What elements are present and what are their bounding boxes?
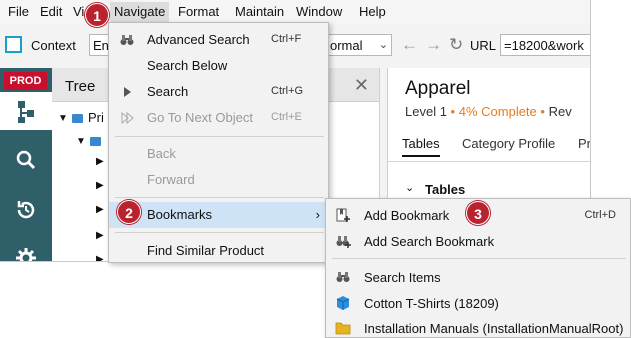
collapsed-triangle-icon[interactable]: ▶ [96, 254, 104, 261]
menu-separator [115, 232, 324, 233]
tables-section-heading: Tables [425, 182, 466, 197]
collapsed-triangle-icon[interactable]: ▶ [96, 204, 104, 215]
submenu-arrow-icon: › [315, 207, 320, 222]
menu-item-search-below[interactable]: Search Below [109, 53, 328, 79]
submenu-item-add-search-bookmark[interactable]: Add Search Bookmark [326, 228, 630, 254]
chevron-down-icon: ⌄ [378, 39, 388, 51]
sidebar-tree-button[interactable] [0, 92, 52, 130]
skip-icon [121, 111, 134, 125]
menu-edit[interactable]: Edit [40, 4, 62, 19]
context-label: Context [31, 38, 76, 53]
menu-item-bookmarks[interactable]: Bookmarks › [109, 202, 328, 228]
step-callout-2: 2 [117, 200, 141, 224]
tree-hierarchy-icon [18, 101, 34, 123]
menu-help[interactable]: Help [359, 4, 386, 19]
submenu-item-cotton-t-shirts[interactable]: Cotton T-Shirts (18209) [326, 290, 630, 316]
tree-panel-title: Tree [65, 78, 96, 95]
menu-separator [115, 136, 324, 137]
tree-root-label[interactable]: Pri [88, 110, 104, 125]
step-callout-1: 1 [85, 3, 109, 27]
context-select[interactable]: En [89, 34, 109, 56]
bookmark-search-icon [336, 236, 351, 248]
tab-more[interactable]: Pr [578, 136, 590, 151]
menu-separator [332, 258, 626, 259]
menu-separator [115, 197, 324, 198]
menu-maintain[interactable]: Maintain [235, 4, 284, 19]
left-sidebar: PROD [0, 68, 52, 262]
binoculars-icon [336, 272, 350, 282]
context-icon[interactable] [5, 36, 22, 53]
separator-dot: • [540, 104, 545, 119]
menu-item-go-to-next-object[interactable]: Go To Next Object Ctrl+E [109, 105, 328, 131]
tab-tables[interactable]: Tables [402, 136, 440, 157]
menu-item-forward[interactable]: Forward [109, 167, 328, 193]
revision-label: Rev [548, 104, 572, 119]
separator-dot: • [450, 104, 456, 119]
menu-view[interactable]: Vi [73, 4, 84, 19]
completeness: 4% Complete [458, 104, 537, 119]
environment-badge: PROD [4, 72, 47, 90]
menu-file[interactable]: File [8, 4, 29, 19]
folder-icon [90, 137, 101, 146]
submenu-item-installation-manuals[interactable]: Installation Manuals (InstallationManual… [326, 315, 630, 338]
menu-item-search[interactable]: Search Ctrl+G [109, 79, 328, 105]
play-icon [124, 87, 131, 97]
menu-navigate[interactable]: Navigate [110, 2, 170, 22]
history-icon[interactable] [12, 196, 40, 224]
product-level: Level 1 [405, 104, 447, 119]
bookmark-add-icon [336, 208, 350, 222]
step-callout-3: 3 [466, 201, 490, 225]
product-status-line: Level 1 • 4% Complete • Rev [405, 104, 572, 119]
menu-item-find-similar-product[interactable]: Find Similar Product [109, 238, 328, 264]
collapsed-triangle-icon[interactable]: ▶ [96, 156, 104, 167]
menu-item-advanced-search[interactable]: Advanced Search Ctrl+F [109, 27, 328, 53]
folder-icon [72, 114, 83, 123]
forward-arrow-icon[interactable]: → [425, 36, 442, 53]
back-arrow-icon[interactable]: ← [401, 36, 418, 53]
url-label: URL [470, 38, 497, 53]
cube-icon [336, 296, 350, 310]
expand-triangle-icon[interactable]: ▼ [76, 136, 86, 147]
menu-item-back[interactable]: Back [109, 141, 328, 167]
search-icon[interactable] [12, 146, 40, 174]
menu-window[interactable]: Window [296, 4, 342, 19]
menu-format[interactable]: Format [178, 4, 219, 19]
url-input[interactable]: =18200&work [500, 34, 590, 56]
collapsed-triangle-icon[interactable]: ▶ [96, 180, 104, 191]
expand-triangle-icon[interactable]: ▼ [58, 113, 68, 124]
view-select[interactable]: ormal ⌄ [326, 34, 392, 56]
chevron-down-icon[interactable]: ⌄ [405, 181, 414, 194]
binoculars-icon [120, 35, 134, 45]
close-icon[interactable]: ✕ [354, 75, 369, 96]
view-select-value: ormal [330, 38, 363, 53]
collapsed-triangle-icon[interactable]: ▶ [96, 230, 104, 241]
refresh-icon[interactable]: ↻ [449, 36, 463, 53]
folder-icon [335, 322, 351, 335]
product-title: Apparel [405, 78, 471, 99]
product-tabs: Tables Category Profile Pr [388, 130, 590, 162]
tab-category-profile[interactable]: Category Profile [462, 136, 555, 151]
submenu-item-search-items[interactable]: Search Items [326, 264, 630, 290]
navigate-menu: Advanced Search Ctrl+F Search Below Sear… [108, 22, 329, 263]
gear-icon[interactable] [12, 244, 40, 262]
